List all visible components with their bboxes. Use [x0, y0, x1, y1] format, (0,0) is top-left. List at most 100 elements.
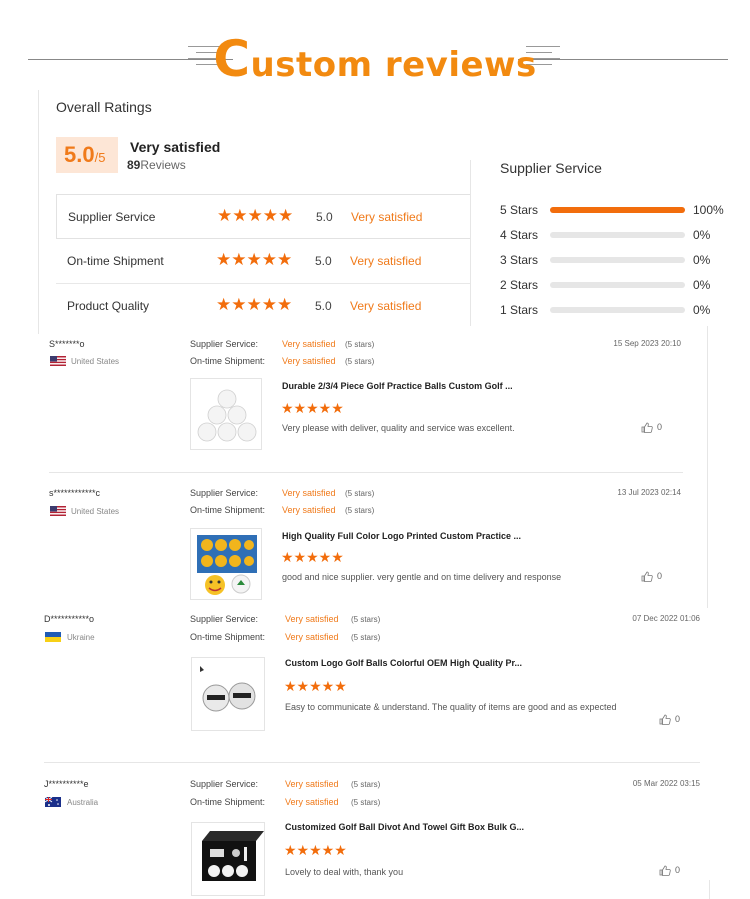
shipment-verdict: Very satisfied	[285, 797, 339, 807]
rating-bar-2: 2 Stars 0%	[500, 278, 730, 292]
supplier-service-label: Supplier Service:	[190, 614, 259, 624]
review-count-label: Reviews	[140, 158, 186, 172]
overall-score-max: /5	[94, 150, 106, 165]
bar-label: 4 Stars	[500, 228, 539, 242]
australia-flag-icon	[45, 797, 61, 807]
page-title-rest: ustom reviews	[250, 45, 537, 85]
category-row-supplier-service: Supplier Service ★★★★★ 5.0 Very satisfie…	[56, 194, 471, 239]
thumbs-up-icon	[659, 714, 671, 726]
star-rating: ★★★★★	[216, 295, 293, 314]
ratings-left-border	[38, 90, 39, 326]
review-stars: ★★★★★	[281, 400, 344, 416]
product-title[interactable]: High Quality Full Color Logo Printed Cus…	[282, 531, 521, 541]
overall-score-badge: 5.0/5	[56, 137, 118, 173]
product-title[interactable]: Customized Golf Ball Divot And Towel Gif…	[285, 822, 524, 832]
thumbs-up-icon	[659, 865, 671, 877]
custom-logo-golf-balls-image	[200, 666, 256, 712]
supplier-service-label: Supplier Service:	[190, 779, 259, 789]
category-row-ontime-shipment: On-time Shipment ★★★★★ 5.0 Very satisfie…	[56, 239, 471, 284]
review-date: 15 Sep 2023 20:10	[613, 339, 681, 348]
rating-bar-5: 5 Stars 100%	[500, 203, 730, 217]
ukraine-flag-icon	[45, 632, 61, 642]
reviews-right-border-lower	[709, 880, 710, 899]
gift-box-image	[202, 831, 264, 881]
like-button[interactable]: 0	[659, 714, 681, 726]
supplier-service-stars: (5 stars)	[345, 340, 375, 349]
reviewer-name: J**********e	[44, 779, 89, 789]
product-image[interactable]	[190, 378, 262, 450]
supplier-service-verdict: Very satisfied	[285, 614, 339, 624]
shipment-verdict: Very satisfied	[282, 356, 336, 366]
like-count: 0	[675, 865, 681, 875]
star-rating: ★★★★★	[217, 206, 294, 225]
supplier-service-verdict: Very satisfied	[282, 488, 336, 498]
review-count: 89Reviews	[127, 158, 186, 172]
rating-bar-1: 1 Stars 0%	[500, 303, 730, 317]
bar-percent: 0%	[693, 253, 711, 267]
reviews-right-border	[707, 326, 708, 608]
product-title[interactable]: Custom Logo Golf Balls Colorful OEM High…	[285, 658, 522, 668]
star-rating: ★★★★★	[216, 250, 293, 269]
category-name: Supplier Service	[68, 210, 156, 224]
review-date: 05 Mar 2022 03:15	[632, 779, 700, 788]
like-button[interactable]: 0	[659, 865, 681, 877]
review-stars: ★★★★★	[284, 842, 347, 858]
review-stars: ★★★★★	[284, 678, 347, 694]
shipment-verdict: Very satisfied	[285, 632, 339, 642]
shipment-label: On-time Shipment:	[190, 505, 266, 515]
reviewer-name: s************c	[49, 488, 101, 498]
category-verdict: Very satisfied	[350, 254, 422, 268]
thumbs-up-icon	[641, 571, 653, 583]
category-name: Product Quality	[67, 299, 150, 313]
category-score: 5.0	[315, 254, 332, 268]
like-count: 0	[657, 571, 663, 581]
reviewer-name: S*******o	[49, 339, 85, 349]
like-count: 0	[657, 422, 663, 432]
overall-score: 5.0	[64, 142, 95, 167]
review-text: Very please with deliver, quality and se…	[282, 423, 515, 433]
thumbs-up-icon	[641, 422, 653, 434]
like-button[interactable]: 0	[641, 422, 663, 434]
reviewer-name: D***********o	[44, 614, 95, 624]
supplier-service-title: Supplier Service	[500, 160, 602, 176]
review-date: 13 Jul 2023 02:14	[617, 488, 681, 497]
category-score: 5.0	[315, 299, 332, 313]
bar-track	[550, 207, 685, 213]
category-ratings-table: Supplier Service ★★★★★ 5.0 Very satisfie…	[56, 194, 471, 329]
product-title[interactable]: Durable 2/3/4 Piece Golf Practice Balls …	[282, 381, 513, 391]
us-flag-icon	[50, 506, 66, 516]
golf-balls-box-image	[197, 535, 257, 595]
us-flag-icon	[50, 356, 66, 366]
category-score: 5.0	[316, 210, 333, 224]
bar-fill	[550, 207, 685, 213]
shipment-label: On-time Shipment:	[190, 797, 266, 807]
overall-verdict: Very satisfied	[130, 139, 221, 155]
golf-balls-pyramid-image	[197, 389, 257, 442]
overall-ratings-title: Overall Ratings	[56, 99, 152, 115]
review-text: good and nice supplier. very gentle and …	[282, 572, 562, 582]
supplier-service-label: Supplier Service:	[190, 488, 259, 498]
bar-track	[550, 232, 685, 238]
like-button[interactable]: 0	[641, 571, 663, 583]
bar-label: 3 Stars	[500, 253, 539, 267]
review-text: Lovely to deal with, thank you	[285, 867, 404, 877]
like-count: 0	[675, 714, 681, 724]
bar-track	[550, 282, 685, 288]
supplier-service-verdict: Very satisfied	[285, 779, 339, 789]
category-verdict: Very satisfied	[351, 210, 423, 224]
reviewer-country: Ukraine	[67, 633, 95, 642]
product-image[interactable]	[191, 822, 265, 896]
shipment-stars: (5 stars)	[345, 357, 375, 366]
category-name: On-time Shipment	[67, 254, 164, 268]
bar-percent: 0%	[693, 303, 711, 317]
bar-percent: 0%	[693, 228, 711, 242]
bar-label: 1 Stars	[500, 303, 539, 317]
supplier-service-label: Supplier Service:	[190, 339, 259, 349]
supplier-service-verdict: Very satisfied	[282, 339, 336, 349]
product-image[interactable]	[191, 657, 265, 731]
review-separator	[44, 762, 700, 763]
reviewer-country: United States	[71, 507, 120, 516]
ratings-divider	[470, 160, 471, 326]
reviewer-country: Australia	[67, 798, 99, 807]
product-image[interactable]	[190, 528, 262, 600]
